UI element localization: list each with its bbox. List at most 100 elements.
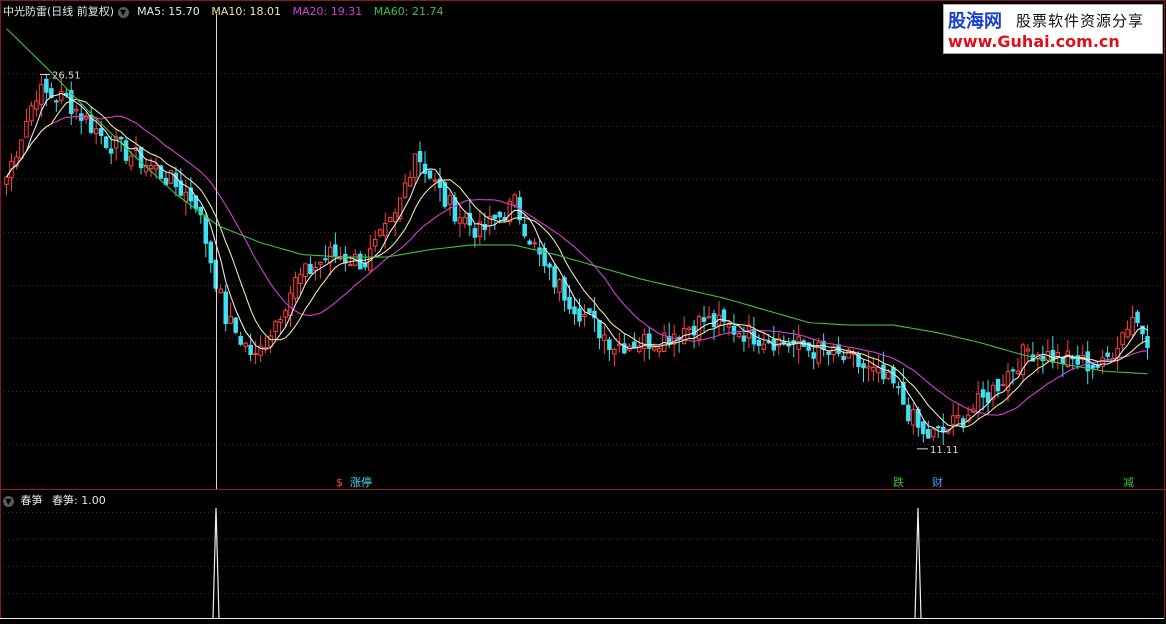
candle-body [1105,352,1110,357]
signal-marker: 跌 [893,475,904,489]
candle-body [995,378,1001,392]
candle-body [706,316,712,319]
candle-body [736,333,742,338]
candle-body [597,319,602,339]
candle-body [323,258,328,261]
candle-body [906,404,911,422]
high-label: 26.51 [52,71,81,82]
low-label: 11.11 [930,445,959,456]
candle-body [582,314,587,317]
ma20-line [6,115,1148,416]
candle-body [228,315,233,324]
signal-marker: $ [336,476,343,489]
candle-body [1100,357,1105,367]
candle-body [19,139,24,159]
candle-body [39,84,44,105]
candle-body [1010,369,1016,372]
chevron-down-icon[interactable]: ▼ [117,6,129,18]
candle-body [741,335,747,342]
candle-body [975,393,981,413]
candle-body [308,263,313,275]
candle-body [268,335,273,347]
indicator-spike [212,507,220,619]
candle-body [651,346,657,351]
watermark-slogan: 股票软件资源分享 [1016,12,1145,30]
candle-body [313,266,318,271]
candle-body [233,317,238,333]
candle-body [811,352,816,359]
candle-body [98,127,104,137]
candle-body [921,421,926,435]
candle-body [128,155,134,167]
candle-body [701,317,707,322]
candle-body [462,216,468,225]
candle-body [138,146,144,169]
candle-body [372,239,378,247]
candle-body [1125,328,1130,338]
candle-body [497,211,503,218]
candle-body [283,310,288,318]
candle-body [1130,317,1135,336]
candle-body [557,279,562,293]
candle-body [726,324,732,328]
chart-stage: 26.51 11.11 $ 涨停 跌 财 减 中光防雷(日线 前复权) ▼ MA5: 15.… [0,0,1166,620]
indicator-spike [914,507,922,619]
main-chart-header: 中光防雷(日线 前复权) ▼ MA5: 15.70 MA10: 18.01 MA… [3,3,443,19]
candle-body [781,341,787,344]
candle-body [472,228,478,238]
ma10-label: MA10: 18.01 [211,5,282,18]
indicator-name: 春笋 [20,494,43,507]
candle-body [980,389,986,398]
indicator-header: ▼ 春笋 春笋: 1.00 [3,492,106,508]
chevron-down-icon[interactable]: ▼ [3,495,14,507]
signal-marker: 减 [1123,476,1134,489]
candle-body [333,244,338,258]
candle-body [612,348,617,355]
watermark-logo: 股海网 股票软件资源分享 www.Guhai.com.cn [943,4,1163,54]
candle-body [118,136,124,140]
candle-body [278,319,283,323]
candle-body [567,297,572,310]
candle-body [1000,383,1006,387]
candle-body [896,386,901,389]
watermark-url: www.Guhai.com.cn [948,32,1120,51]
candle-body [756,339,762,347]
signal-marker: 财 [932,475,943,489]
candle-body [392,212,398,222]
candle-body [492,214,498,219]
ma20-label: MA20: 19.31 [292,5,363,18]
candle-body [866,365,871,369]
candle-body [1090,364,1095,369]
candle-body [656,348,662,353]
candle-body [926,429,931,439]
signal-marker: 涨停 [350,475,372,489]
candle-body [522,223,527,237]
candle-body [731,325,737,335]
candle-body [587,308,592,314]
candle-body [761,343,767,350]
candle-body [153,165,159,170]
ma5-label: MA5: 15.70 [137,5,200,18]
candle-body [54,100,59,103]
candle-body [935,426,941,429]
candle-body [298,273,303,285]
candle-body [243,342,248,347]
candle-body [527,240,532,245]
candle-body [1120,332,1125,346]
candle-body [343,253,348,264]
chart-canvas: 26.51 11.11 $ 涨停 跌 财 减 [0,0,1166,619]
candle-body [377,229,383,236]
candle-body [602,334,607,341]
candle-body [552,266,557,288]
candle-body [223,291,228,325]
candle-body [338,257,343,260]
candle-body [886,371,891,380]
candle-body [861,363,866,369]
candle-body [955,414,961,418]
candle-body [318,261,323,265]
candle-body [44,78,49,93]
candle-body [686,327,692,331]
candle-body [427,170,433,179]
stock-title: 中光防雷(日线 前复权) [3,5,115,18]
candle-body [911,409,916,426]
